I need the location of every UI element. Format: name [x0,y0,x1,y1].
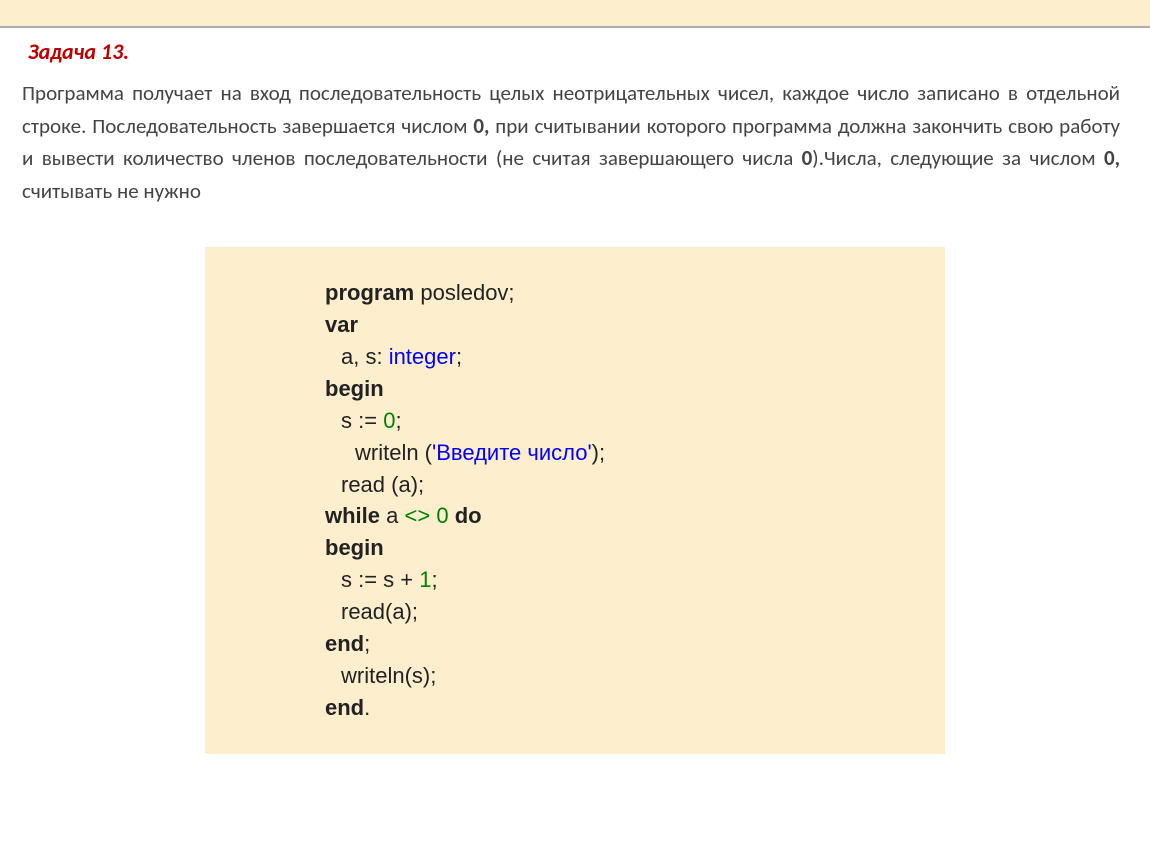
task-title: Задача 13. [0,28,1150,73]
code-line: s := s + 1; [325,564,945,596]
desc-text: ).Числа, следующие за числом [812,145,1104,171]
code-text: a, s: [341,344,389,369]
keyword: var [325,312,358,337]
operator: <> [404,503,430,528]
code-text: ; [395,408,401,433]
code-text: ; [456,344,462,369]
keyword: end [325,631,364,656]
number: 0 [383,408,395,433]
code-line: end; [325,628,945,660]
desc-bold: 0, [473,113,489,139]
desc-bold: 0 [802,145,813,171]
code-line: read(a); [325,596,945,628]
keyword: begin [325,376,384,401]
code-text: read(a); [341,599,418,624]
code-line: s := 0; [325,405,945,437]
code-text: . [364,695,370,720]
keyword: program [325,280,414,305]
code-text: posledov; [414,280,514,305]
number: 0 [436,503,448,528]
code-text: ; [432,567,438,592]
code-text: ; [364,631,370,656]
code-text: s := [341,408,383,433]
code-text: ); [592,440,605,465]
code-line: while a <> 0 do [325,500,945,532]
code-line: begin [325,373,945,405]
code-text: a [380,503,404,528]
task-description: Программа получает на вход последователь… [0,73,1150,207]
code-line: read (a); [325,469,945,501]
code-line: end. [325,692,945,724]
keyword: while [325,503,380,528]
desc-bold: 0, [1104,145,1120,171]
keyword: do [455,503,482,528]
number: 1 [419,567,431,592]
code-line: a, s: integer; [325,341,945,373]
code-line: var [325,309,945,341]
code-block: program posledov; var a, s: integer; beg… [205,247,945,753]
code-line: writeln(s); [325,660,945,692]
code-text: read (a); [341,472,424,497]
string: 'Введите число' [432,440,592,465]
top-band [0,0,1150,28]
code-text: writeln(s); [341,663,436,688]
code-line: program posledov; [325,277,945,309]
type: integer [389,344,456,369]
code-text: writeln ( [355,440,432,465]
keyword: begin [325,535,384,560]
keyword: end [325,695,364,720]
desc-text: считывать не нужно [22,178,201,204]
code-text: s := s + [341,567,419,592]
code-line: begin [325,532,945,564]
code-line: writeln ('Введите число'); [325,437,945,469]
